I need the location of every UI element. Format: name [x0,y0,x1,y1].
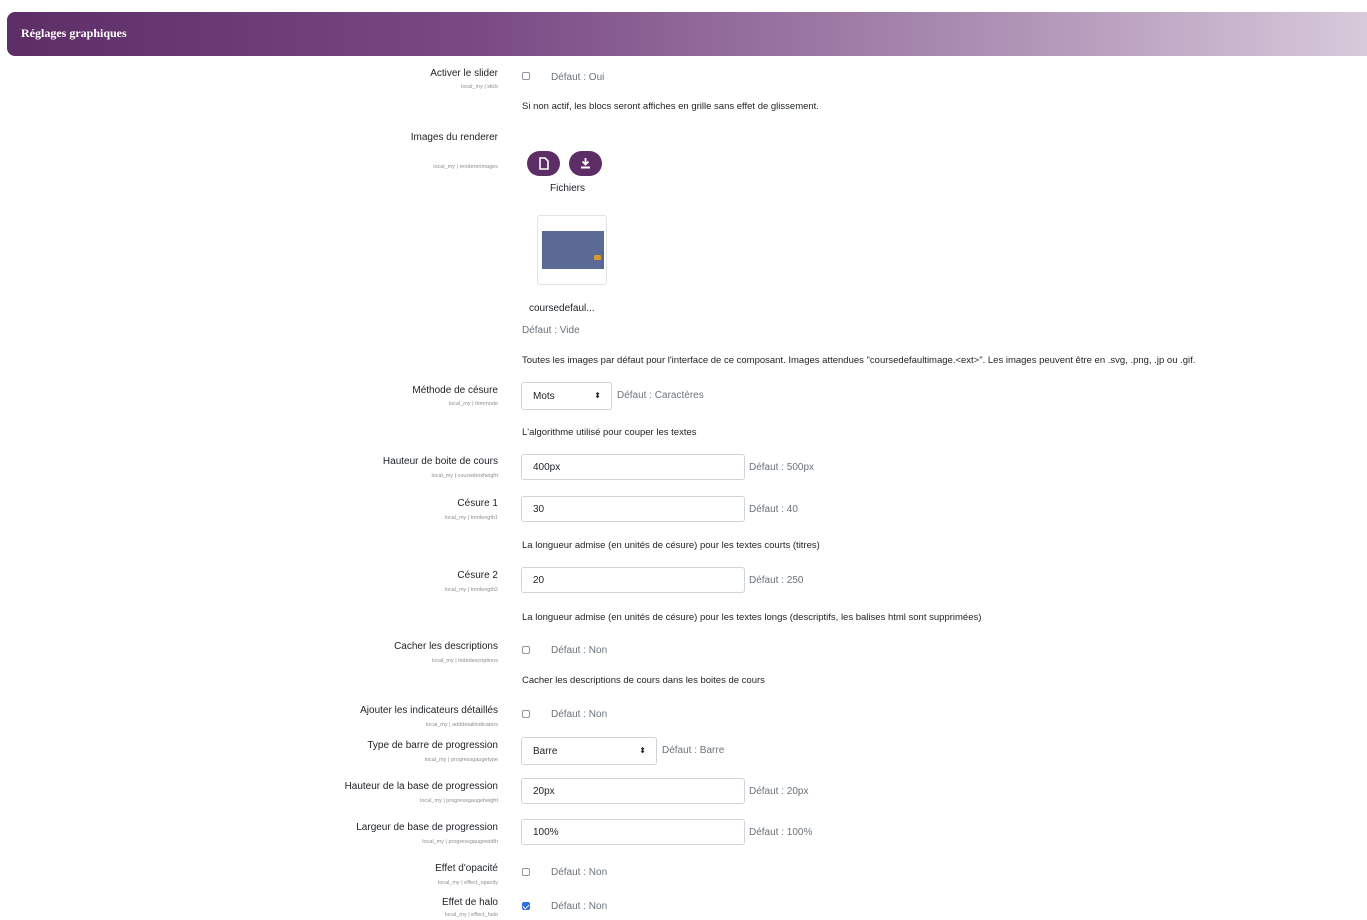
setting-key-progressgaugetype: local_my | progressgaugetype [424,757,498,763]
setting-key-hidedescriptions: local_my | hidedescriptions [432,658,498,664]
setting-key-progressgaugeheight: local_my | progressgaugeheight [420,798,498,804]
setting-label-slick: Activer le slider [430,68,498,79]
section-title: Réglages graphiques [21,26,127,40]
effect-opacity-default: Défaut : Non [551,867,608,878]
hidedescriptions-checkbox[interactable] [522,646,530,654]
setting-label-adddetailindicators: Ajouter les indicateurs détaillés [360,705,498,716]
file-thumbnail[interactable] [537,215,607,285]
setting-label-effect-opacity: Effet d'opacité [435,863,498,874]
slick-checkbox[interactable] [522,72,530,80]
setting-key-courseboxheight: local_my | courseboxheight [431,473,498,479]
progressgaugetype-selected: Barre [533,746,558,757]
setting-label-hidedescriptions: Cacher les descriptions [394,641,498,652]
download-all-button[interactable] [569,151,602,176]
setting-label-effect-halo: Effet de halo [442,897,498,908]
adddetailindicators-checkbox[interactable] [522,710,530,718]
select-arrows-icon: ⬍ [594,391,601,400]
setting-label-trimlength1: Césure 1 [457,498,498,509]
effect-opacity-checkbox[interactable] [522,868,530,876]
add-file-button[interactable] [527,151,560,176]
trimlength2-description: La longueur admise (en unités de césure)… [522,612,982,623]
effect-halo-default: Défaut : Non [551,901,608,912]
setting-label-trimlength2: Césure 2 [457,570,498,581]
trimmode-description: L'algorithme utilisé pour couper les tex… [522,427,697,438]
setting-key-progressgaugewidth: local_my | progressgaugewidth [422,839,498,845]
trimlength2-default: Défaut : 250 [749,575,804,586]
setting-key-effect-opacity: local_my | effect_opacity [437,880,498,886]
progressgaugetype-default: Défaut : Barre [662,745,725,756]
setting-label-courseboxheight: Hauteur de boite de cours [382,456,498,467]
setting-label-progressgaugetype: Type de barre de progression [367,740,498,751]
trimlength1-input[interactable]: 30 [521,496,745,522]
trimmode-default: Défaut : Caractères [617,390,704,401]
section-header: Réglages graphiques [7,12,1367,56]
file-name[interactable]: coursedefaul... [529,303,595,314]
select-arrows-icon: ⬍ [639,746,646,755]
courseboxheight-default: Défaut : 500px [749,462,815,473]
progressgaugewidth-input[interactable]: 100% [521,819,745,845]
setting-key-effect-halo: local_my | effect_halo [445,912,498,918]
setting-key-trimmode: local_my | trimmode [448,401,498,407]
thumbnail-image [542,231,604,269]
download-icon [581,158,590,169]
courseboxheight-input[interactable]: 400px [521,454,745,480]
slick-default: Défaut : Oui [551,72,605,83]
progressgaugeheight-default: Défaut : 20px [749,786,809,797]
trimlength1-description: La longueur admise (en unités de césure)… [522,540,820,551]
hidedescriptions-default: Défaut : Non [551,645,608,656]
hidedescriptions-description: Cacher les descriptions de cours dans le… [522,675,765,686]
trimlength1-default: Défaut : 40 [749,504,798,515]
rendererimages-default: Défaut : Vide [522,325,580,336]
setting-label-progressgaugewidth: Largeur de base de progression [356,822,498,833]
setting-key-trimlength1: local_my | trimlength1 [444,515,498,521]
effect-halo-checkbox[interactable] [522,902,530,910]
rendererimages-description: Toutes les images par défaut pour l'inte… [522,355,1196,366]
setting-key-trimlength2: local_my | trimlength2 [444,587,498,593]
setting-label-rendererimages: Images du renderer [410,132,498,143]
setting-label-progressgaugeheight: Hauteur de la base de progression [344,781,498,792]
trimlength2-input[interactable]: 20 [521,567,745,593]
trimmode-selected: Mots [533,391,555,402]
setting-key-adddetailindicators: local_my | adddetailindicators [425,722,498,728]
file-icon [539,157,549,170]
files-label: Fichiers [550,183,586,194]
progressgaugeheight-input[interactable]: 20px [521,778,745,804]
setting-key-rendererimages: local_my | rendererimages [433,164,498,170]
adddetailindicators-default: Défaut : Non [551,709,608,720]
setting-label-trimmode: Méthode de césure [412,385,498,396]
progressgaugewidth-default: Défaut : 100% [749,827,813,838]
setting-key-slick: local_my | slick [461,84,498,90]
trimmode-select[interactable]: Mots ⬍ [521,382,612,410]
slick-description: Si non actif, les blocs seront affiches … [522,101,819,112]
progressgaugetype-select[interactable]: Barre ⬍ [521,737,657,765]
